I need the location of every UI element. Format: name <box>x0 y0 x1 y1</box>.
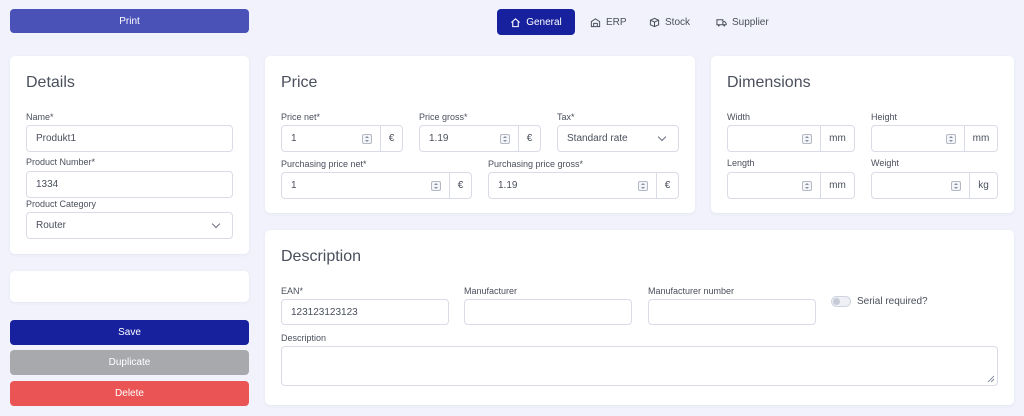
tax-value: Standard rate <box>567 133 628 144</box>
details-card: Details Name* Produkt1 Product Number* 1… <box>10 56 249 254</box>
purchasing-net-label: Purchasing price net* <box>281 159 367 169</box>
delete-label: Delete <box>115 388 144 399</box>
name-input[interactable]: Produkt1 <box>26 125 233 152</box>
currency-addon: € <box>380 126 402 151</box>
manufacturer-number-label: Manufacturer number <box>648 286 735 296</box>
weight-input[interactable]: kg <box>871 172 998 199</box>
weight-unit: kg <box>969 173 997 198</box>
tab-general-label: General <box>526 16 562 28</box>
currency-addon: € <box>449 173 471 198</box>
serial-required-label: Serial required? <box>857 296 928 307</box>
purchasing-net-value: 1 <box>291 180 297 191</box>
price-gross-label: Price gross* <box>419 112 468 122</box>
dimensions-card: Dimensions Width mm Height mm Length mm … <box>711 56 1014 213</box>
spinner-icon[interactable] <box>500 133 510 144</box>
purchasing-gross-input[interactable]: 1.19 € <box>488 172 679 199</box>
box-icon <box>649 17 660 27</box>
manufacturer-label: Manufacturer <box>464 286 518 296</box>
product-category-value: Router <box>36 220 67 231</box>
chevron-down-icon <box>211 219 221 228</box>
spinner-icon[interactable] <box>431 180 441 191</box>
tab-stock-label: Stock <box>665 16 691 28</box>
width-input[interactable]: mm <box>727 125 855 152</box>
price-net-input[interactable]: 1 € <box>281 125 403 152</box>
width-unit: mm <box>820 126 854 151</box>
spinner-icon[interactable] <box>802 133 812 144</box>
price-gross-value: 1.19 <box>429 133 449 144</box>
product-number-value: 1334 <box>36 179 59 190</box>
currency-addon: € <box>518 126 540 151</box>
length-label: Length <box>727 158 755 168</box>
name-value: Produkt1 <box>36 133 77 144</box>
tab-erp-label: ERP <box>606 16 627 28</box>
tab-erp[interactable]: ERP <box>590 9 627 35</box>
tax-select[interactable]: Standard rate <box>557 125 679 152</box>
product-category-select[interactable]: Router <box>26 212 233 239</box>
purchasing-gross-value: 1.19 <box>498 180 518 191</box>
manufacturer-input[interactable] <box>464 299 632 325</box>
empty-card <box>10 271 249 302</box>
height-label: Height <box>871 112 898 122</box>
description-title: Description <box>281 248 362 265</box>
price-gross-input[interactable]: 1.19 € <box>419 125 541 152</box>
product-number-input[interactable]: 1334 <box>26 171 233 198</box>
spinner-icon[interactable] <box>951 180 961 191</box>
truck-icon <box>716 18 727 26</box>
product-category-label: Product Category <box>26 199 97 209</box>
width-label: Width <box>727 112 751 122</box>
weight-label: Weight <box>871 158 899 168</box>
building-icon <box>590 17 601 27</box>
tab-supplier[interactable]: Supplier <box>716 9 769 35</box>
duplicate-label: Duplicate <box>108 357 151 368</box>
tax-label: Tax* <box>557 112 575 122</box>
serial-required-toggle[interactable] <box>831 296 851 307</box>
price-card: Price Price net* 1 € Price gross* 1.19 €… <box>265 56 695 213</box>
tab-supplier-label: Supplier <box>732 16 769 28</box>
spinner-icon[interactable] <box>802 180 812 191</box>
purchasing-net-input[interactable]: 1 € <box>281 172 472 199</box>
print-label: Print <box>119 15 140 27</box>
height-input[interactable]: mm <box>871 125 998 152</box>
price-net-label: Price net* <box>281 112 321 122</box>
dimensions-title: Dimensions <box>727 74 811 91</box>
spinner-icon[interactable] <box>638 180 648 191</box>
save-button[interactable]: Save <box>10 320 249 345</box>
ean-input[interactable]: 123123123123 <box>281 299 449 325</box>
details-title: Details <box>26 74 75 91</box>
chevron-down-icon <box>657 132 667 141</box>
duplicate-button[interactable]: Duplicate <box>10 350 249 375</box>
product-number-label: Product Number* <box>26 157 96 167</box>
delete-button[interactable]: Delete <box>10 381 249 406</box>
tab-stock[interactable]: Stock <box>649 9 690 35</box>
spinner-icon[interactable] <box>946 133 956 144</box>
ean-value: 123123123123 <box>291 306 358 318</box>
print-button[interactable]: Print <box>10 9 249 33</box>
length-input[interactable]: mm <box>727 172 855 199</box>
description-label: Description <box>281 333 327 343</box>
manufacturer-number-input[interactable] <box>648 299 816 325</box>
name-label: Name* <box>26 112 54 122</box>
home-icon <box>511 17 521 27</box>
price-title: Price <box>281 74 318 91</box>
price-net-value: 1 <box>291 133 297 144</box>
currency-addon: € <box>656 173 678 198</box>
tab-general[interactable]: General <box>497 9 575 35</box>
description-card: Description EAN* 123123123123 Manufactur… <box>265 230 1014 405</box>
height-unit: mm <box>964 126 997 151</box>
ean-label: EAN* <box>281 286 304 296</box>
purchasing-gross-label: Purchasing price gross* <box>488 159 584 169</box>
description-textarea[interactable] <box>281 346 998 386</box>
length-unit: mm <box>820 173 854 198</box>
spinner-icon[interactable] <box>362 133 372 144</box>
resize-handle-icon[interactable] <box>987 375 995 383</box>
save-label: Save <box>118 327 141 338</box>
